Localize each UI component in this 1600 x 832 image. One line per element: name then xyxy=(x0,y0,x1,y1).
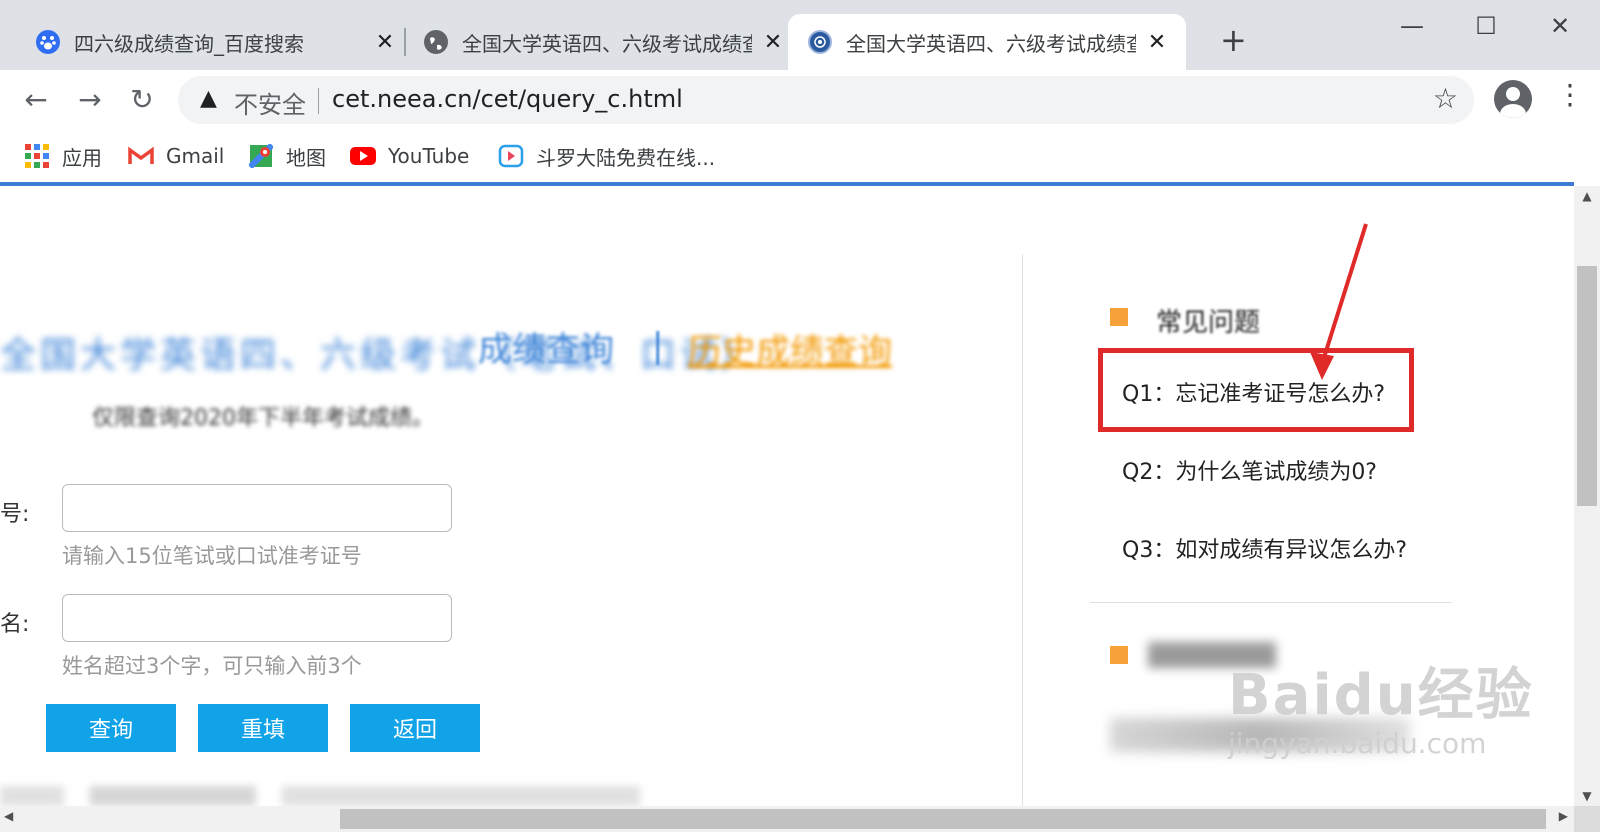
new-tab-button[interactable]: + xyxy=(1220,24,1247,56)
video-play-icon xyxy=(498,143,524,169)
forward-icon[interactable]: → xyxy=(70,80,110,120)
tab-strip: 四六级成绩查询_百度搜索 ✕ 全国大学英语四、六级考试成绩查询 ✕ 全国大学英语… xyxy=(0,0,1600,70)
tab-close-icon[interactable]: ✕ xyxy=(372,30,398,55)
title-separator: | xyxy=(652,326,664,366)
tab-title: 四六级成绩查询_百度搜索 xyxy=(74,31,304,56)
vertical-scroll-thumb[interactable] xyxy=(1577,266,1597,506)
watermark-logo: Baidu经验 xyxy=(1228,663,1534,728)
faq-heading: 常见问题 xyxy=(1156,308,1261,338)
query-button[interactable]: 查询 xyxy=(46,704,176,752)
minimize-button[interactable]: — xyxy=(1392,12,1432,40)
scroll-right-icon[interactable]: ▶ xyxy=(1559,809,1568,823)
scroll-down-icon[interactable]: ▼ xyxy=(1574,786,1600,806)
more-menu-icon[interactable]: ⋮ xyxy=(1556,78,1584,111)
horizontal-scrollbar[interactable]: ◀ ▶ xyxy=(0,806,1574,832)
watermark-url: jingyan.baidu.com xyxy=(1228,727,1487,760)
gmail-icon xyxy=(128,143,154,169)
section-marker xyxy=(1110,646,1128,664)
omnibox-separator xyxy=(318,88,319,114)
bookmarks-bar: 应用 Gmail 地图 YouTube 斗罗大陆免费在线... xyxy=(0,130,1600,182)
name-label: 名: xyxy=(0,612,30,637)
ticket-label: 号: xyxy=(0,502,30,527)
page-title-blurred: 全国大学英语四、六级考试（笔试、口试） xyxy=(0,335,761,376)
youtube-icon xyxy=(350,143,376,169)
bookmark-apps[interactable]: 应用 xyxy=(24,138,102,174)
security-label[interactable]: 不安全 xyxy=(234,85,306,120)
back-button[interactable]: 返回 xyxy=(350,704,480,752)
close-window-button[interactable]: ✕ xyxy=(1540,12,1580,40)
back-icon[interactable]: ← xyxy=(16,80,56,120)
query-notice: 仅限查询2020年下半年考试成绩。 xyxy=(92,406,434,431)
tab-cet-query[interactable]: 全国大学英语四、六级考试成绩查询 ✕ xyxy=(404,14,802,70)
faq-item-q2[interactable]: Q2：为什么笔试成绩为0? xyxy=(1122,454,1377,486)
horizontal-scroll-thumb[interactable] xyxy=(340,809,1546,829)
scroll-up-icon[interactable]: ▲ xyxy=(1574,186,1600,206)
name-input[interactable] xyxy=(62,594,452,642)
ticket-number-input[interactable] xyxy=(62,484,452,532)
bookmark-star-icon[interactable]: ☆ xyxy=(1433,82,1458,115)
section-marker xyxy=(1110,308,1128,326)
bookmark-youtube[interactable]: YouTube xyxy=(350,138,469,174)
neea-logo-icon xyxy=(808,30,832,54)
annotation-arrow xyxy=(1310,223,1368,380)
tab-title: 全国大学英语四、六级考试成绩查询 xyxy=(846,31,1136,56)
reset-button[interactable]: 重填 xyxy=(198,704,328,752)
tab-cet-query-active[interactable]: 全国大学英语四、六级考试成绩查询 ✕ xyxy=(788,14,1186,70)
name-hint: 姓名超过3个字，可只输入前3个 xyxy=(62,654,362,678)
tab-baidu-search[interactable]: 四六级成绩查询_百度搜索 ✕ xyxy=(16,14,414,70)
baidu-jingyan-watermark: Baidu经验 jingyan.baidu.com xyxy=(1228,650,1534,760)
page-content: 全国大学英语四、六级考试（笔试、口试） 成绩查询 | 历史成绩查询 仅限查询20… xyxy=(0,186,1574,806)
bookmark-video[interactable]: 斗罗大陆免费在线... xyxy=(498,138,715,174)
globe-icon xyxy=(424,30,448,54)
browser-toolbar: ← → ↻ ▲ 不安全 cet.neea.cn/cet/query_c.html… xyxy=(0,70,1600,130)
bookmark-gmail[interactable]: Gmail xyxy=(128,138,224,174)
footer-blurred xyxy=(0,786,640,806)
bookmark-maps[interactable]: 地图 xyxy=(248,138,326,174)
reload-icon[interactable]: ↻ xyxy=(122,80,162,120)
section-divider xyxy=(1090,602,1452,603)
warning-icon[interactable]: ▲ xyxy=(200,86,217,111)
bookmark-label: Gmail xyxy=(166,144,225,168)
scrollbar-corner xyxy=(1574,806,1600,832)
tab-title: 全国大学英语四、六级考试成绩查询 xyxy=(462,31,752,56)
maximize-button[interactable]: ☐ xyxy=(1466,12,1506,40)
bookmark-label: YouTube xyxy=(388,144,470,168)
bookmark-label: 地图 xyxy=(286,145,326,170)
column-divider xyxy=(1022,254,1023,806)
history-score-link[interactable]: 历史成绩查询 xyxy=(688,324,892,373)
vertical-scrollbar[interactable]: ▲ ▼ xyxy=(1574,186,1600,806)
tab-close-icon[interactable]: ✕ xyxy=(1144,30,1170,55)
maps-icon xyxy=(248,143,274,169)
bookmark-label: 应用 xyxy=(62,145,102,170)
address-bar[interactable]: ▲ 不安全 cet.neea.cn/cet/query_c.html ☆ xyxy=(178,76,1474,124)
apps-grid-icon xyxy=(24,143,50,169)
bookmark-label: 斗罗大陆免费在线... xyxy=(536,145,716,170)
ticket-hint: 请输入15位笔试或口试准考证号 xyxy=(62,544,362,568)
profile-avatar-icon[interactable] xyxy=(1494,80,1532,118)
page-title: 成绩查询 xyxy=(478,330,614,370)
faq-item-q3[interactable]: Q3：如对成绩有异议怎么办? xyxy=(1122,532,1407,564)
baidu-paw-icon xyxy=(36,30,60,54)
url-text[interactable]: cet.neea.cn/cet/query_c.html xyxy=(332,85,683,113)
tab-close-icon[interactable]: ✕ xyxy=(760,30,786,55)
scroll-left-icon[interactable]: ◀ xyxy=(4,809,13,823)
